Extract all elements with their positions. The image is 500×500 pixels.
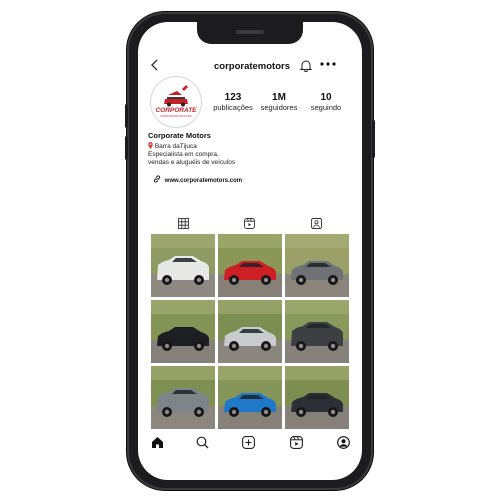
logo-icon [164,85,188,107]
pin-icon [148,142,153,149]
post-thumbnail[interactable] [151,366,215,429]
tab-posts[interactable] [178,216,189,234]
logo-subtext: CORPORATE MOTORS [160,115,192,118]
bio-line: Especialista em compra, [148,151,219,158]
stat-value: 10 [320,92,332,103]
more-options-button[interactable] [320,58,336,70]
car-photo [151,366,215,429]
back-button[interactable] [151,59,159,74]
link-icon [153,175,161,183]
volume-button [125,136,128,160]
volume-button [125,104,128,128]
car-photo [218,234,282,297]
car-photo [285,366,349,429]
profile-name: Corporate Motors [148,131,211,140]
website-text: www.corporatemotors.com [164,178,243,184]
location-text: Barra daTijuca [154,143,197,150]
post-thumbnail[interactable] [285,234,349,297]
post-thumbnail[interactable] [285,366,349,429]
post-thumbnail[interactable] [218,366,282,429]
nav-profile[interactable] [337,436,350,454]
car-photo [285,234,349,297]
nav-reels[interactable] [290,436,303,454]
logo-text: CORPORATE [155,107,197,114]
post-thumbnail[interactable] [285,300,349,363]
car-photo [285,300,349,363]
reels-icon [244,218,255,229]
post-thumbnail[interactable] [151,300,215,363]
bio-line: vendas e aluguéis de veículos [148,159,236,166]
car-photo [151,300,215,363]
tab-tagged[interactable] [311,216,322,234]
avatar[interactable]: CORPORATE CORPORATE MOTORS [150,76,202,128]
tab-reels[interactable] [244,216,255,234]
website-link[interactable]: www.corporatemotors.com [153,175,242,184]
car-photo [218,366,282,429]
car-photo [151,234,215,297]
profile-icon [337,436,350,449]
search-icon [196,436,209,449]
nav-search[interactable] [196,436,209,454]
notifications-button[interactable] [299,59,313,77]
post-thumbnail[interactable] [218,300,282,363]
stat-label: seguindo [310,103,342,112]
ellipsis-icon [320,62,336,66]
nav-add[interactable] [242,436,255,454]
speaker [236,30,264,34]
add-icon [242,436,255,449]
chevron-left-icon [151,59,158,71]
bell-icon [299,60,313,73]
grid-icon [178,218,189,229]
nav-home[interactable] [151,436,164,454]
profile-username: corporatemotors [213,61,290,72]
home-icon [152,437,163,448]
tagged-icon [311,218,322,229]
stat-following[interactable]: 10 seguindo [296,92,356,112]
post-thumbnail[interactable] [218,234,282,297]
location-line: Barra daTijuca [148,142,197,150]
post-thumbnail[interactable] [151,234,215,297]
car-photo [218,300,282,363]
reels-icon [290,436,303,449]
posts-grid [151,234,349,430]
power-button [372,120,375,158]
